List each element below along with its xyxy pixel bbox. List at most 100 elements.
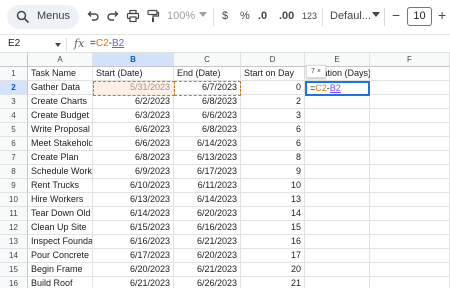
- end-date-cell[interactable]: 6/26/2023: [174, 277, 241, 288]
- empty-cell[interactable]: [370, 249, 450, 263]
- start-day-cell[interactable]: 13: [241, 193, 305, 207]
- start-date-cell[interactable]: 6/6/2023: [93, 123, 174, 137]
- end-date-cell[interactable]: 6/17/2023: [174, 165, 241, 179]
- header-cell[interactable]: End (Date): [174, 67, 241, 81]
- task-name-cell[interactable]: Write Proposal: [28, 123, 93, 137]
- header-cell[interactable]: Start on Day: [241, 67, 305, 81]
- increase-decimal-button[interactable]: .00: [279, 10, 294, 22]
- name-box[interactable]: E2: [8, 38, 20, 49]
- start-day-cell[interactable]: 6: [241, 137, 305, 151]
- row-header[interactable]: 9: [0, 179, 28, 193]
- empty-cell[interactable]: [370, 263, 450, 277]
- select-all-corner[interactable]: [0, 53, 28, 67]
- end-date-cell[interactable]: 6/16/2023: [174, 221, 241, 235]
- row-header[interactable]: 1: [0, 67, 28, 81]
- decrease-decimal-button[interactable]: .0: [258, 10, 267, 22]
- row-header[interactable]: 5: [0, 123, 28, 137]
- task-name-cell[interactable]: Build Roof: [28, 277, 93, 288]
- start-day-cell[interactable]: 2: [241, 95, 305, 109]
- font-caret-icon[interactable]: [372, 12, 380, 17]
- empty-cell[interactable]: [305, 277, 370, 288]
- end-date-cell[interactable]: 6/8/2023: [174, 95, 241, 109]
- task-name-cell[interactable]: Create Plan: [28, 151, 93, 165]
- task-name-cell[interactable]: Gather Data: [28, 81, 93, 95]
- empty-cell[interactable]: [305, 235, 370, 249]
- empty-cell[interactable]: [305, 179, 370, 193]
- start-date-cell[interactable]: 6/6/2023: [93, 137, 174, 151]
- start-date-cell[interactable]: 6/15/2023: [93, 221, 174, 235]
- start-date-cell[interactable]: 6/8/2023: [93, 151, 174, 165]
- empty-cell[interactable]: [370, 81, 450, 95]
- empty-cell[interactable]: [370, 193, 450, 207]
- row-header[interactable]: 15: [0, 263, 28, 277]
- empty-cell[interactable]: [305, 151, 370, 165]
- end-date-cell[interactable]: 6/13/2023: [174, 151, 241, 165]
- start-date-cell[interactable]: 6/14/2023: [93, 207, 174, 221]
- start-day-cell[interactable]: 3: [241, 109, 305, 123]
- start-date-cell[interactable]: 6/9/2023: [93, 165, 174, 179]
- start-day-cell[interactable]: 21: [241, 277, 305, 288]
- decrease-font-size-button[interactable]: −: [392, 7, 400, 23]
- row-header[interactable]: 10: [0, 193, 28, 207]
- start-day-cell[interactable]: 6: [241, 123, 305, 137]
- row-header[interactable]: 16: [0, 277, 28, 288]
- start-date-cell[interactable]: 6/21/2023: [93, 277, 174, 288]
- task-name-cell[interactable]: Rent Trucks: [28, 179, 93, 193]
- start-day-cell[interactable]: 0: [241, 81, 305, 95]
- empty-cell[interactable]: [370, 123, 450, 137]
- paint-format-icon[interactable]: [144, 7, 162, 25]
- font-size-input[interactable]: 10: [407, 7, 432, 26]
- row-header[interactable]: 7: [0, 151, 28, 165]
- column-header-a[interactable]: A: [28, 53, 93, 67]
- start-day-cell[interactable]: 20: [241, 263, 305, 277]
- empty-cell[interactable]: [305, 123, 370, 137]
- undo-icon[interactable]: [84, 7, 102, 25]
- zoom-caret-icon[interactable]: [199, 12, 207, 17]
- empty-cell[interactable]: [305, 193, 370, 207]
- row-header[interactable]: 8: [0, 165, 28, 179]
- column-header-d[interactable]: D: [241, 53, 305, 67]
- empty-cell[interactable]: [370, 109, 450, 123]
- header-cell[interactable]: Start (Date): [93, 67, 174, 81]
- empty-cell[interactable]: [305, 221, 370, 235]
- empty-cell[interactable]: [305, 165, 370, 179]
- task-name-cell[interactable]: Inspect Foundation: [28, 235, 93, 249]
- name-box-caret-icon[interactable]: [55, 43, 61, 47]
- empty-cell[interactable]: [370, 235, 450, 249]
- empty-cell[interactable]: [370, 95, 450, 109]
- start-date-cell[interactable]: 6/16/2023: [93, 235, 174, 249]
- empty-cell[interactable]: [370, 207, 450, 221]
- row-header[interactable]: 13: [0, 235, 28, 249]
- start-day-cell[interactable]: 17: [241, 249, 305, 263]
- empty-cell[interactable]: [305, 207, 370, 221]
- empty-cell[interactable]: [370, 151, 450, 165]
- task-name-cell[interactable]: Create Charts: [28, 95, 93, 109]
- column-header-b[interactable]: B: [93, 53, 174, 67]
- start-date-cell[interactable]: 6/17/2023: [93, 249, 174, 263]
- row-header[interactable]: 6: [0, 137, 28, 151]
- row-header[interactable]: 3: [0, 95, 28, 109]
- empty-cell[interactable]: [370, 179, 450, 193]
- start-date-cell[interactable]: 6/2/2023: [93, 95, 174, 109]
- more-formats-button[interactable]: 123: [302, 11, 317, 21]
- start-day-cell[interactable]: 15: [241, 221, 305, 235]
- start-date-cell[interactable]: 6/3/2023: [93, 109, 174, 123]
- task-name-cell[interactable]: Pour Concrete: [28, 249, 93, 263]
- redo-icon[interactable]: [104, 7, 122, 25]
- menus-search-button[interactable]: Menus: [7, 5, 79, 29]
- empty-cell[interactable]: [305, 137, 370, 151]
- empty-cell[interactable]: [305, 95, 370, 109]
- start-date-cell[interactable]: 6/13/2023: [93, 193, 174, 207]
- empty-cell[interactable]: [370, 165, 450, 179]
- row-header[interactable]: 2: [0, 81, 28, 95]
- task-name-cell[interactable]: Create Budget: [28, 109, 93, 123]
- start-date-cell[interactable]: 6/10/2023: [93, 179, 174, 193]
- empty-cell[interactable]: [305, 263, 370, 277]
- print-icon[interactable]: [124, 7, 142, 25]
- end-date-cell[interactable]: 6/20/2023: [174, 207, 241, 221]
- row-header[interactable]: 11: [0, 207, 28, 221]
- task-name-cell[interactable]: Tear Down Old Building: [28, 207, 93, 221]
- row-header[interactable]: 14: [0, 249, 28, 263]
- header-cell[interactable]: Task Name: [28, 67, 93, 81]
- end-date-cell[interactable]: 6/6/2023: [174, 109, 241, 123]
